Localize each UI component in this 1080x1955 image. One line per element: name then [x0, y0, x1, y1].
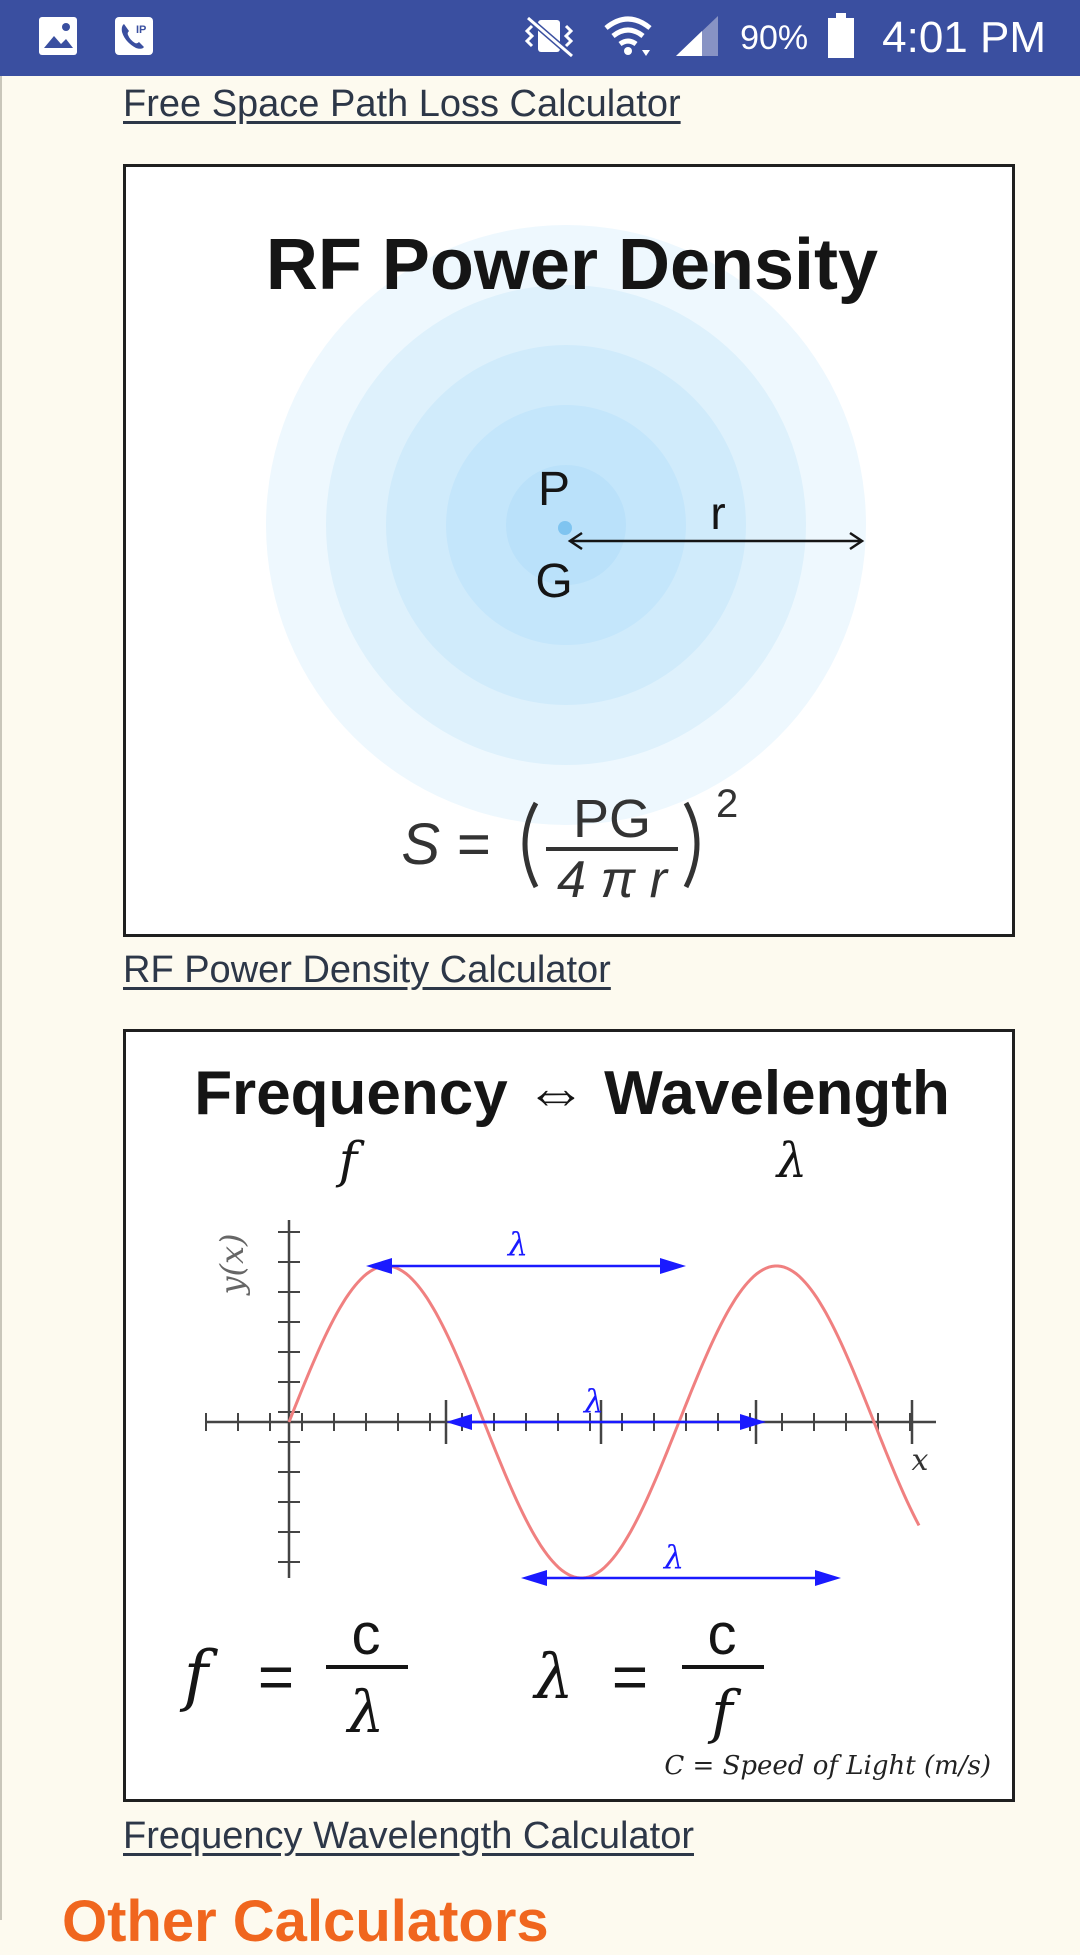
lambda-marker-middle: λ: [582, 1382, 604, 1420]
formula2-denominator: f: [707, 1678, 742, 1746]
voip-call-icon: IP: [112, 14, 156, 63]
clock: 4:01 PM: [882, 13, 1046, 62]
rf-formula-denominator: 4 π r: [557, 851, 670, 909]
freq-symbol-f: f: [335, 1131, 365, 1189]
x-axis-label: x: [912, 1443, 929, 1478]
rf-formula-exponent: 2: [716, 782, 738, 826]
lambda-arrow-top: λ: [366, 1225, 686, 1274]
frequency-wavelength-image[interactable]: Frequency ⇔ Wavelength f λ y(x) x λ λ λ …: [123, 1029, 1015, 1802]
other-calculators-heading: Other Calculators: [62, 1889, 549, 1954]
rf-label-g: G: [535, 555, 572, 608]
gallery-icon: [36, 14, 80, 63]
freq-title: Frequency ⇔ Wavelength: [194, 1059, 950, 1128]
rf-label-p: P: [538, 463, 570, 516]
wifi-icon: [602, 12, 654, 65]
formula2-lhs: λ: [531, 1640, 573, 1713]
formula2-equals: =: [612, 1643, 648, 1712]
freq-symbol-lambda: λ: [775, 1133, 807, 1189]
y-axis-label: y(x): [213, 1233, 251, 1296]
formula1-denominator: λ: [346, 1678, 385, 1746]
battery-icon: [826, 12, 856, 65]
svg-text:IP: IP: [136, 24, 146, 36]
lambda-marker-bottom: λ: [662, 1538, 684, 1576]
status-bar: IP 90% 4:01 PM: [0, 0, 1080, 76]
lambda-arrow-middle: λ: [446, 1382, 766, 1430]
page-left-border: [0, 76, 2, 1920]
cell-signal-icon: [672, 12, 722, 65]
wave-plot-axes: [205, 1220, 936, 1578]
formula1-numerator: c: [352, 1602, 381, 1667]
rf-power-density-link[interactable]: RF Power Density Calculator: [123, 949, 611, 992]
lambda-marker-top: λ: [506, 1225, 528, 1263]
formula1-equals: =: [258, 1643, 294, 1712]
lambda-arrow-bottom: λ: [521, 1538, 841, 1586]
antenna-source-dot: [558, 521, 572, 535]
rf-formula-paren-right: [683, 801, 700, 889]
frequency-wavelength-link[interactable]: Frequency Wavelength Calculator: [123, 1815, 694, 1858]
free-space-path-loss-link[interactable]: Free Space Path Loss Calculator: [123, 83, 681, 126]
rf-power-density-image[interactable]: RF Power Density P G r S = PG 4 π r 2: [123, 164, 1015, 937]
rf-title: RF Power Density: [266, 225, 878, 305]
vibrate-mute-icon: [514, 14, 584, 63]
speed-of-light-footnote: C = Speed of Light (m/s): [664, 1751, 991, 1781]
rf-formula-lhs: S =: [401, 812, 490, 877]
formula1-lhs: f: [179, 1637, 219, 1714]
formula2-numerator: c: [708, 1602, 737, 1667]
battery-percentage: 90%: [740, 18, 809, 57]
rf-label-r: r: [710, 487, 725, 539]
rf-formula-numerator: PG: [573, 789, 651, 849]
